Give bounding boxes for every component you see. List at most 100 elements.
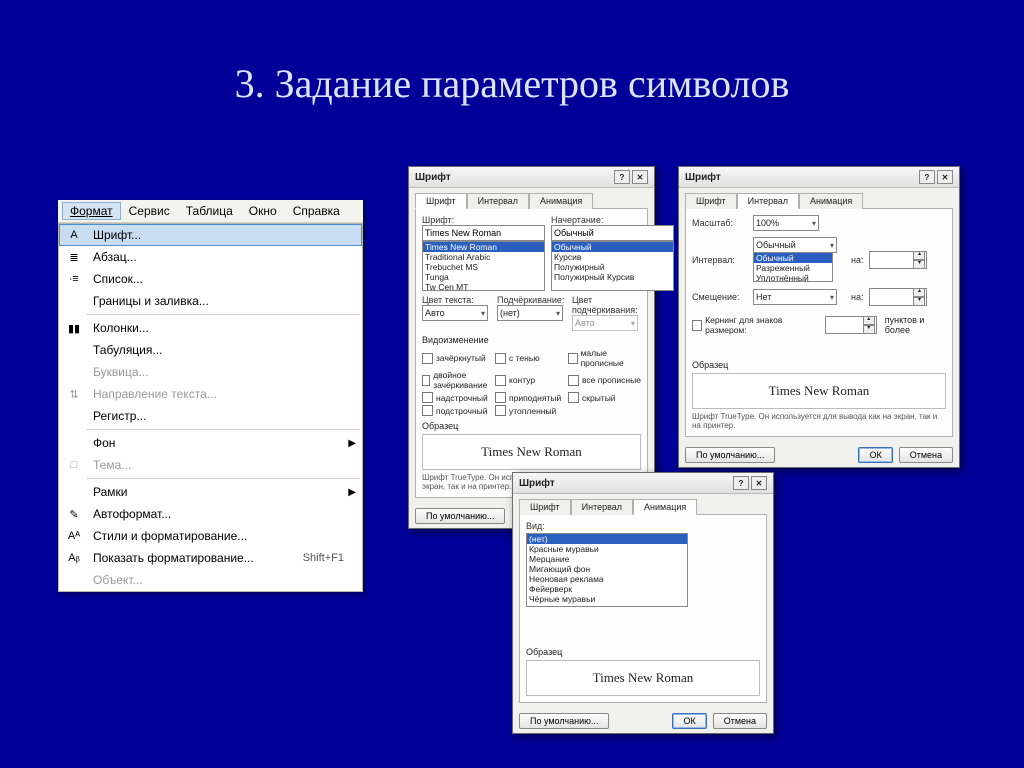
ok-button[interactable]: ОК — [858, 447, 892, 463]
menu-item[interactable]: Границы и заливка... — [59, 290, 362, 312]
effect-checkbox[interactable]: утопленный — [495, 404, 568, 417]
slide-title: 3. Задание параметров символов — [0, 0, 1024, 127]
font-preview: Times New Roman — [422, 434, 641, 470]
cancel-button[interactable]: Отмена — [713, 713, 767, 729]
spacing-list[interactable]: ОбычныйРазреженныйУплотнённый — [753, 252, 833, 282]
list-item[interactable]: Курсив — [552, 252, 673, 262]
list-item[interactable]: Полужирный Курсив — [552, 272, 673, 282]
menu-item[interactable]: ✎Автоформат... — [59, 503, 362, 525]
menu-item-icon — [63, 342, 85, 358]
submenu-arrow-icon: ▶ — [348, 487, 356, 498]
list-item[interactable]: Tunga — [423, 272, 544, 282]
menu-item[interactable]: Табуляция... — [59, 339, 362, 361]
list-item[interactable]: Фейерверк — [527, 584, 687, 594]
effect-checkbox[interactable]: все прописные — [568, 369, 641, 391]
list-item[interactable]: Traditional Arabic — [423, 252, 544, 262]
list-item[interactable]: Мерцание — [527, 554, 687, 564]
effect-checkbox[interactable]: скрытый — [568, 391, 641, 404]
effect-checkbox[interactable]: малые прописные — [568, 347, 641, 369]
spacing-value-spinner[interactable]: ▴▾ — [869, 251, 925, 269]
effect-checkbox[interactable]: приподнятый — [495, 391, 568, 404]
menubar-item-window[interactable]: Окно — [241, 202, 285, 220]
list-item[interactable]: Trebuchet MS — [423, 262, 544, 272]
tab-interval[interactable]: Интервал — [571, 499, 633, 515]
underline-color-combo[interactable]: Авто — [572, 315, 638, 331]
interval-dialog: Шрифт ? ✕ Шрифт Интервал Анимация Масшта… — [678, 166, 960, 468]
label-ucolor: Цвет подчёркивания: — [572, 295, 641, 315]
font-name-list[interactable]: Times New RomanTraditional ArabicTrebuch… — [422, 241, 545, 291]
scale-combo[interactable]: 100% — [753, 215, 819, 231]
menu-item[interactable]: Фон▶ — [59, 432, 362, 454]
effect-label: все прописные — [582, 375, 641, 385]
list-item[interactable]: Tw Cen MT — [423, 282, 544, 291]
tab-anim[interactable]: Анимация — [529, 193, 593, 209]
offset-combo[interactable]: Нет — [753, 289, 837, 305]
list-item[interactable]: (нет) — [527, 534, 687, 544]
cancel-button[interactable]: Отмена — [899, 447, 953, 463]
close-icon[interactable]: ✕ — [937, 170, 953, 184]
menu-item-icon: ▮▮ — [63, 320, 85, 336]
menu-item[interactable]: АᵦПоказать форматирование...Shift+F1 — [59, 547, 362, 569]
font-color-combo[interactable]: Авто — [422, 305, 488, 321]
label-animation-kind: Вид: — [526, 521, 545, 531]
menu-item[interactable]: Регистр... — [59, 405, 362, 427]
tab-interval[interactable]: Интервал — [467, 193, 529, 209]
close-icon[interactable]: ✕ — [632, 170, 648, 184]
list-item[interactable]: Обычный — [754, 253, 832, 263]
tab-anim[interactable]: Анимация — [799, 193, 863, 209]
effect-checkbox[interactable]: надстрочный — [422, 391, 495, 404]
effect-checkbox[interactable]: двойное зачёркивание — [422, 369, 495, 391]
list-item[interactable]: Полужирный — [552, 262, 673, 272]
menu-item: ⇅Направление текста... — [59, 383, 362, 405]
menu-item[interactable]: AᴬСтили и форматирование... — [59, 525, 362, 547]
tab-font[interactable]: Шрифт — [415, 193, 467, 209]
list-item[interactable]: Неоновая реклама — [527, 574, 687, 584]
animation-dialog-tabs: Шрифт Интервал Анимация — [513, 494, 773, 514]
help-icon[interactable]: ? — [919, 170, 935, 184]
underline-combo[interactable]: (нет) — [497, 305, 563, 321]
effect-checkbox[interactable]: подстрочный — [422, 404, 495, 417]
close-icon[interactable]: ✕ — [751, 476, 767, 490]
menubar-item-service[interactable]: Сервис — [121, 202, 178, 220]
spacing-combo[interactable]: Обычный — [753, 237, 837, 253]
menu-item[interactable]: AШрифт... — [59, 224, 362, 246]
help-icon[interactable]: ? — [733, 476, 749, 490]
help-icon[interactable]: ? — [614, 170, 630, 184]
font-name-input[interactable] — [422, 225, 545, 241]
list-item[interactable]: Обычный — [552, 242, 673, 252]
menu-item-icon — [63, 364, 85, 380]
tab-font[interactable]: Шрифт — [685, 193, 737, 209]
list-item[interactable]: Times New Roman — [423, 242, 544, 252]
ok-button[interactable]: ОК — [672, 713, 706, 729]
effect-checkbox[interactable]: зачёркнутый — [422, 347, 495, 369]
offset-value-spinner[interactable]: ▴▾ — [869, 288, 925, 306]
effect-checkbox[interactable]: с тенью — [495, 347, 568, 369]
tab-interval[interactable]: Интервал — [737, 193, 799, 209]
kerning-size-spinner[interactable]: ▴▾ — [825, 316, 875, 334]
menu-item[interactable]: Рамки▶ — [59, 481, 362, 503]
default-button[interactable]: По умолчанию... — [685, 447, 775, 463]
tab-anim[interactable]: Анимация — [633, 499, 697, 515]
menu-item[interactable]: ∙≡Список... — [59, 268, 362, 290]
animation-list[interactable]: (нет)Красные муравьиМерцаниеМигающий фон… — [526, 533, 688, 607]
menu-item[interactable]: ▮▮Колонки... — [59, 317, 362, 339]
default-button[interactable]: По умолчанию... — [415, 508, 505, 524]
list-item[interactable]: Чёрные муравьи — [527, 594, 687, 604]
kerning-checkbox[interactable]: Кернинг для знаков размером: — [692, 314, 815, 336]
menubar-item-table[interactable]: Таблица — [178, 202, 241, 220]
effect-checkbox[interactable]: контур — [495, 369, 568, 391]
menu-item[interactable]: ≣Абзац... — [59, 246, 362, 268]
list-item[interactable]: Уплотнённый — [754, 273, 832, 282]
default-button[interactable]: По умолчанию... — [519, 713, 609, 729]
tab-font[interactable]: Шрифт — [519, 499, 571, 515]
menu-item-label: Показать форматирование... — [93, 551, 254, 565]
font-style-input[interactable] — [551, 225, 674, 241]
animation-dialog-title: Шрифт — [519, 478, 555, 489]
menubar-item-help[interactable]: Справка — [285, 202, 348, 220]
list-item[interactable]: Разреженный — [754, 263, 832, 273]
menubar-item-format[interactable]: Формат — [62, 202, 121, 220]
list-item[interactable]: Мигающий фон — [527, 564, 687, 574]
font-style-list[interactable]: ОбычныйКурсивПолужирныйПолужирный Курсив — [551, 241, 674, 291]
interval-dialog-tabs: Шрифт Интервал Анимация — [679, 188, 959, 208]
list-item[interactable]: Красные муравьи — [527, 544, 687, 554]
